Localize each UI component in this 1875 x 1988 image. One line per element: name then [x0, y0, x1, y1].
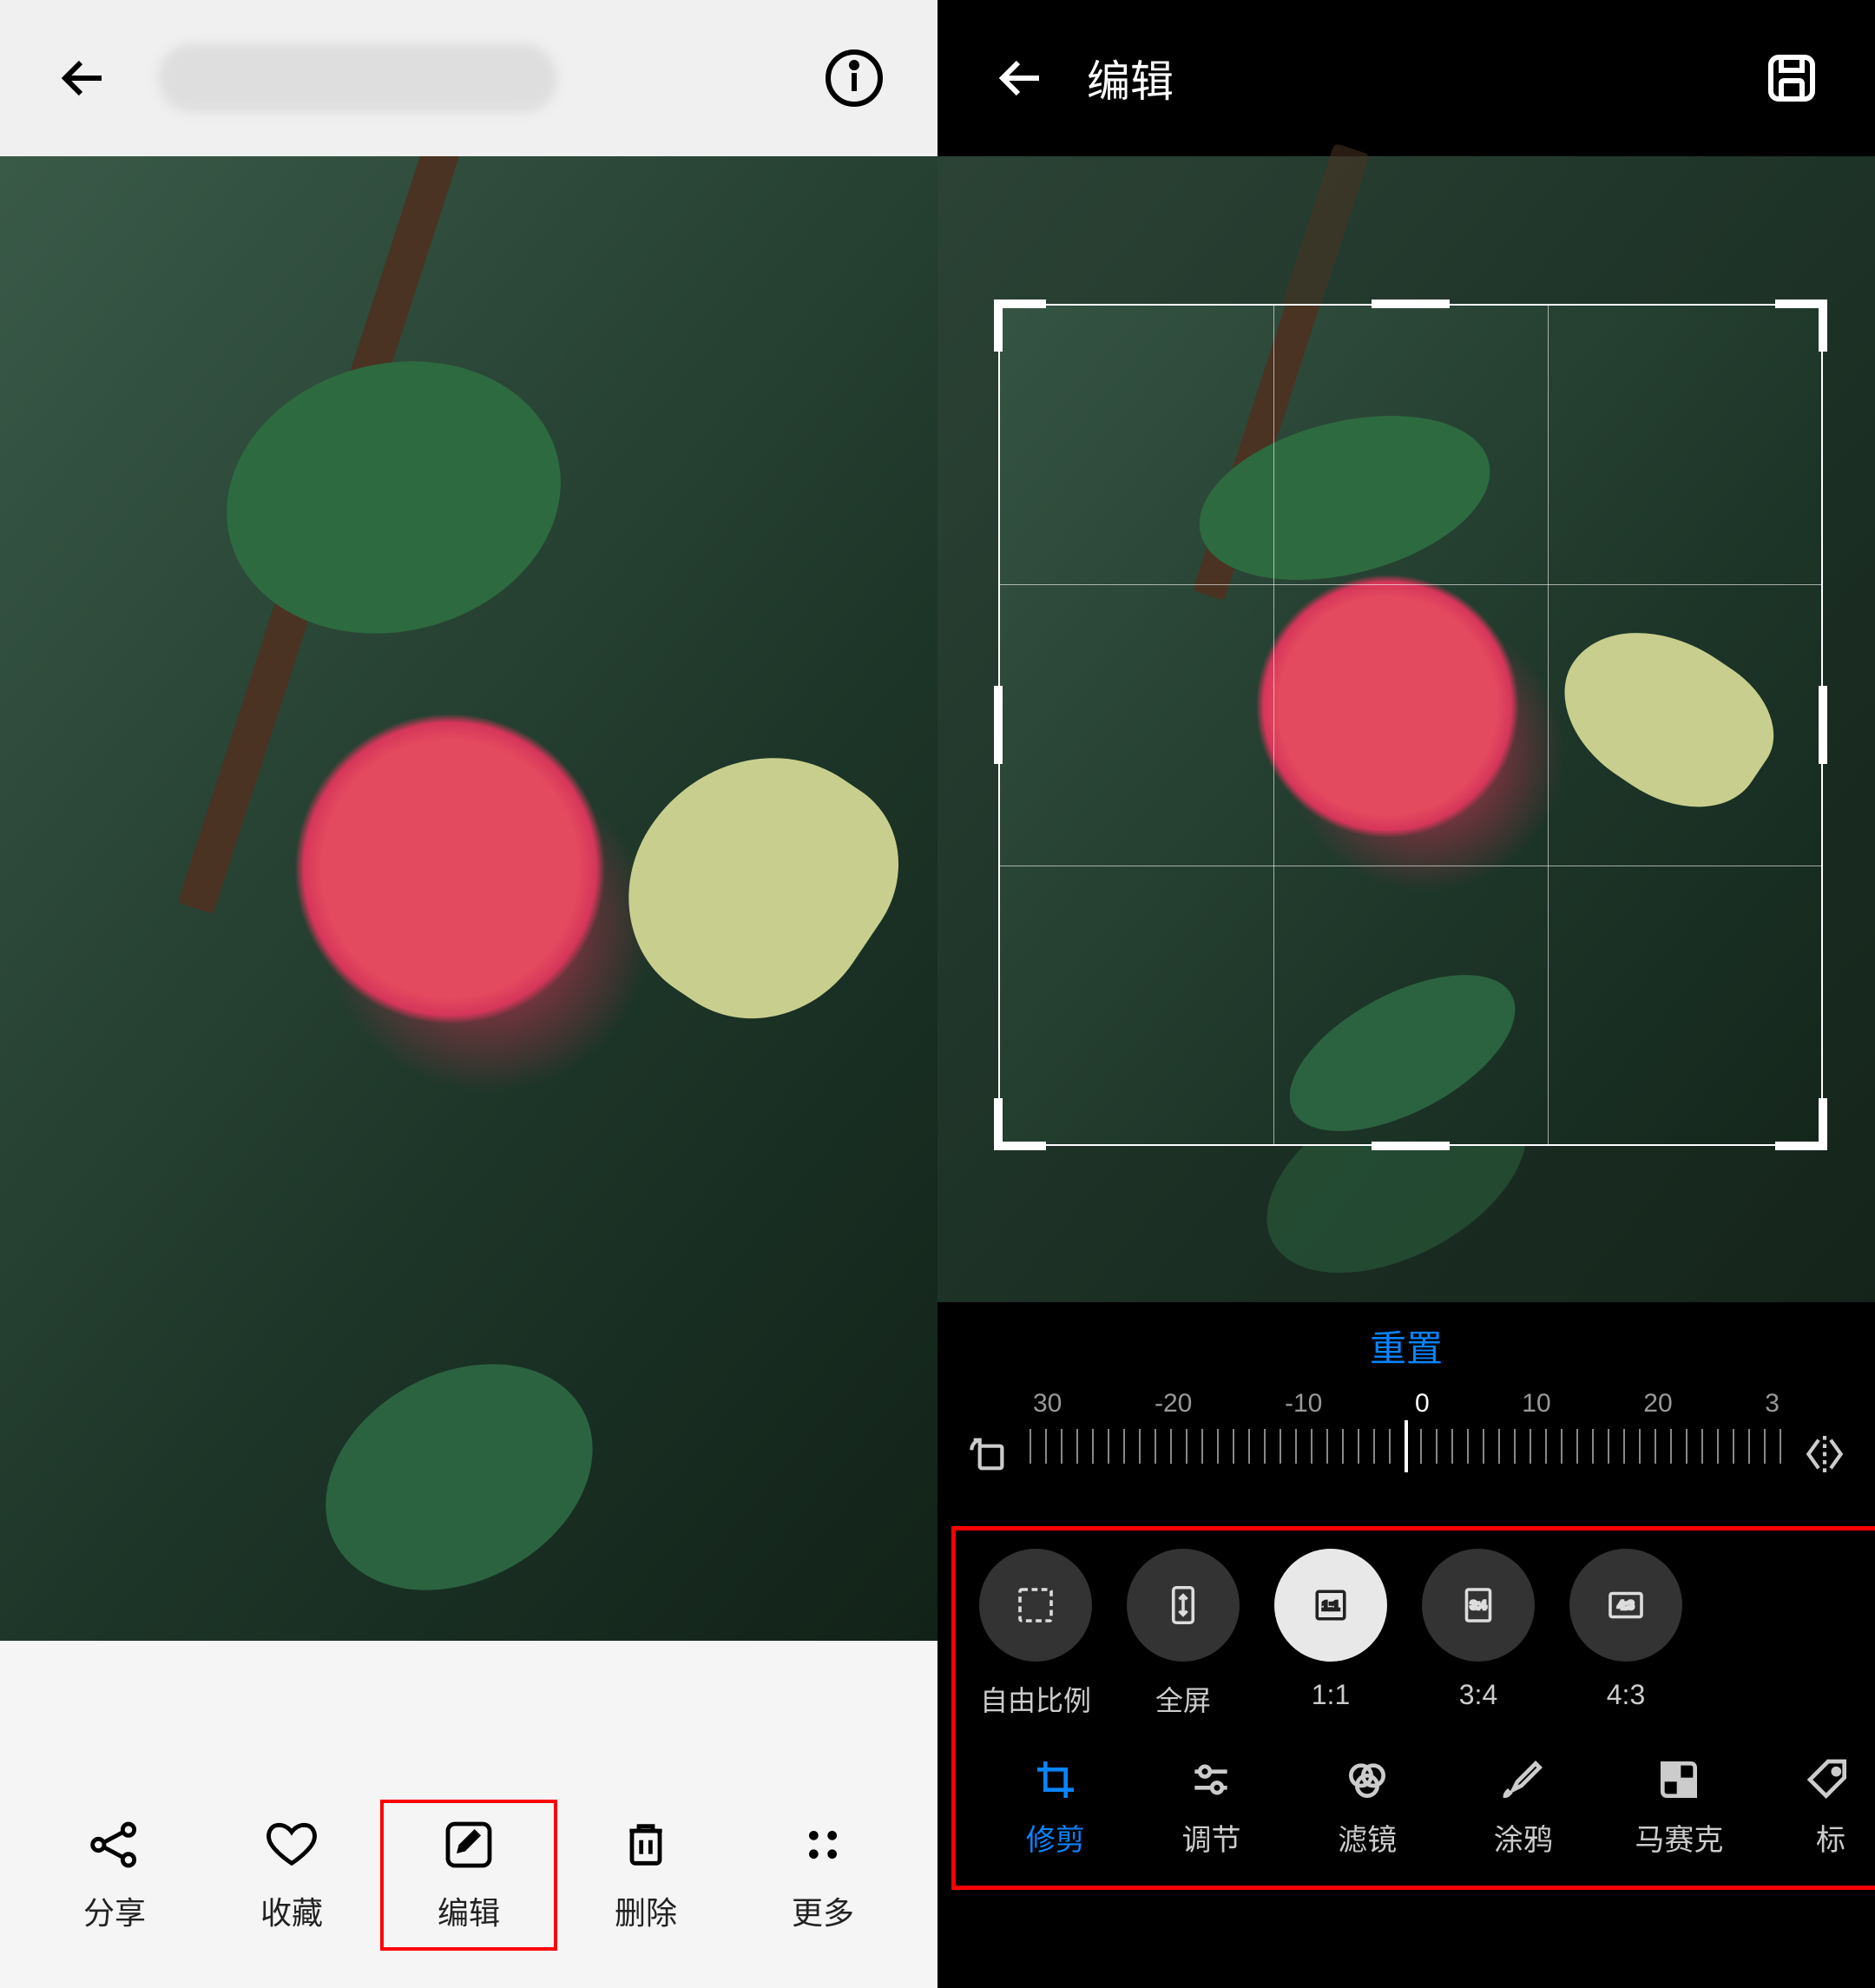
rotate-icon[interactable]	[964, 1430, 1012, 1478]
crop-canvas[interactable]	[938, 156, 1875, 1302]
ratio-3-4[interactable]: 3:4 3:4	[1422, 1549, 1535, 1719]
tab-doodle[interactable]: 涂鸦	[1445, 1755, 1602, 1859]
crop-frame[interactable]	[998, 304, 1823, 1146]
crop-handle-br[interactable]	[1775, 1098, 1827, 1150]
crop-handle-bl[interactable]	[994, 1098, 1046, 1150]
ratio-free[interactable]: 自由比例	[979, 1549, 1092, 1719]
reset-button[interactable]: 重置	[1370, 1320, 1443, 1373]
ratio-free-label: 自由比例	[980, 1679, 1091, 1719]
tag-icon	[1804, 1755, 1835, 1804]
ruler-needle[interactable]	[1405, 1420, 1408, 1472]
more-button[interactable]: 更多	[734, 1817, 911, 1933]
tab-adjust[interactable]: 调节	[1134, 1755, 1290, 1859]
back-button[interactable]	[52, 47, 115, 109]
tab-filter[interactable]: 滤镜	[1289, 1755, 1445, 1859]
edit-label: 编辑	[438, 1888, 500, 1933]
left-top-bar	[0, 0, 938, 156]
mirror-icon[interactable]	[1800, 1430, 1849, 1478]
tab-crop-label: 修剪	[1026, 1816, 1085, 1859]
save-button[interactable]	[1760, 47, 1823, 109]
ratio-1-1-label: 1:1	[1312, 1679, 1350, 1711]
tab-doodle-label: 涂鸦	[1494, 1816, 1553, 1859]
favorite-button[interactable]: 收藏	[203, 1817, 380, 1933]
heart-icon	[264, 1817, 319, 1873]
editor-title: 编辑	[1087, 47, 1726, 109]
brush-icon	[1499, 1755, 1548, 1804]
more-label: 更多	[792, 1888, 854, 1933]
back-button[interactable]	[990, 47, 1052, 109]
gallery-viewer-screen: 分享 收藏 编辑	[0, 0, 938, 1988]
tab-filter-label: 滤镜	[1338, 1816, 1397, 1859]
edit-tabs: 修剪 调节 滤镜	[964, 1724, 1849, 1876]
more-icon	[795, 1817, 851, 1873]
left-toolbar: 分享 收藏 编辑	[0, 1762, 938, 1988]
reset-row: 重置	[938, 1302, 1875, 1389]
sliders-icon	[1187, 1755, 1235, 1804]
crop-handle-top[interactable]	[1372, 300, 1450, 308]
ratio-4-3-label: 4:3	[1607, 1679, 1645, 1711]
right-top-bar: 编辑	[938, 0, 1875, 156]
tab-mosaic[interactable]: 马赛克	[1602, 1755, 1758, 1859]
photo-title-blurred	[115, 43, 823, 113]
crop-handle-right[interactable]	[1819, 686, 1827, 764]
rotation-slider-row: 30 -20 -10 0 10 20 3	[938, 1389, 1875, 1519]
share-icon	[87, 1817, 142, 1873]
tab-mark[interactable]: 标	[1757, 1755, 1835, 1859]
photo-viewport[interactable]	[0, 156, 938, 1641]
ratio-1-1[interactable]: 1:1 1:1	[1274, 1549, 1387, 1719]
svg-text:4:3: 4:3	[1618, 1599, 1635, 1612]
tab-mosaic-label: 马赛克	[1635, 1816, 1723, 1859]
crop-icon	[1031, 1755, 1080, 1804]
rotation-ruler[interactable]: 30 -20 -10 0 10 20 3	[1030, 1389, 1783, 1519]
ruler-labels: 30 -20 -10 0 10 20 3	[1030, 1389, 1783, 1419]
filter-icon	[1343, 1755, 1391, 1804]
favorite-label: 收藏	[260, 1888, 323, 1933]
ratio-fullscreen[interactable]: 全屏	[1127, 1549, 1240, 1719]
crop-handle-left[interactable]	[994, 686, 1003, 764]
edit-button[interactable]: 编辑	[380, 1800, 557, 1951]
aspect-ratio-row: 自由比例 全屏 1:1 1:1	[964, 1540, 1849, 1724]
tab-adjust-label: 调节	[1181, 1816, 1240, 1859]
crop-handle-tr[interactable]	[1775, 300, 1827, 352]
svg-text:1:1: 1:1	[1322, 1600, 1339, 1614]
tab-crop[interactable]: 修剪	[977, 1755, 1134, 1859]
share-label: 分享	[83, 1888, 146, 1933]
ratio-3-4-label: 3:4	[1459, 1679, 1497, 1711]
delete-button[interactable]: 删除	[557, 1817, 734, 1933]
svg-text:3:4: 3:4	[1470, 1599, 1487, 1612]
ratio-fullscreen-label: 全屏	[1155, 1679, 1211, 1719]
ratio-4-3[interactable]: 4:3 4:3	[1569, 1549, 1682, 1719]
delete-label: 删除	[615, 1888, 677, 1933]
ratio-and-tabs-panel: 自由比例 全屏 1:1 1:1	[938, 1519, 1875, 1897]
info-button[interactable]	[823, 47, 885, 109]
crop-handle-bottom[interactable]	[1372, 1142, 1450, 1150]
mosaic-icon	[1655, 1755, 1703, 1804]
editor-screen: 编辑	[938, 0, 1875, 1988]
trash-icon	[618, 1817, 674, 1873]
share-button[interactable]: 分享	[26, 1817, 203, 1933]
crop-handle-tl[interactable]	[994, 300, 1046, 352]
tab-mark-label: 标	[1816, 1816, 1845, 1859]
edit-icon	[441, 1817, 497, 1873]
